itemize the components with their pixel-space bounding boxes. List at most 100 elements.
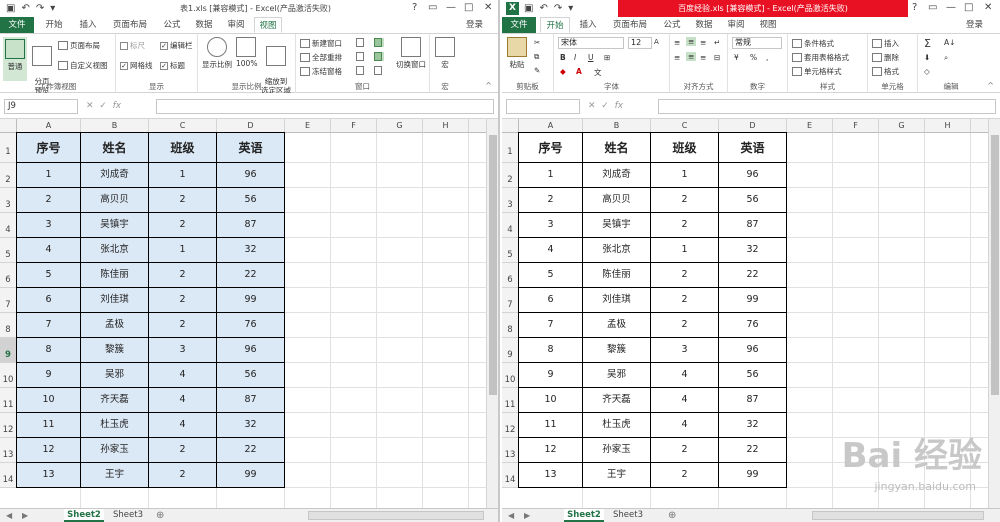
reset-position-button[interactable] [374, 66, 384, 75]
scroll-thumb[interactable] [991, 135, 999, 395]
insert-function-icon[interactable]: fx [615, 101, 624, 111]
insert-cells-button[interactable]: 插入 [872, 38, 899, 49]
conditional-formatting-button[interactable]: 条件格式 [792, 38, 834, 49]
table-cell[interactable]: 2 [149, 213, 217, 238]
table-cell[interactable]: 孙家玉 [81, 438, 149, 463]
page-layout-button[interactable]: 页面布局 [58, 40, 100, 51]
grow-font-icon[interactable]: A [654, 38, 659, 46]
sort-filter-icon[interactable]: A↓ [944, 38, 955, 47]
row-header[interactable]: 11 [0, 388, 17, 413]
row-header[interactable]: 14 [0, 463, 17, 488]
row-header[interactable]: 11 [502, 388, 519, 413]
formula-input[interactable] [156, 99, 494, 114]
unhide-button[interactable] [356, 66, 366, 75]
column-header[interactable]: E [787, 119, 833, 133]
close-icon[interactable]: ✕ [484, 2, 492, 13]
table-cell[interactable]: 87 [217, 213, 285, 238]
column-header[interactable]: E [285, 119, 331, 133]
column-header[interactable]: G [879, 119, 925, 133]
table-cell[interactable]: 1 [149, 238, 217, 263]
column-header[interactable]: F [331, 119, 377, 133]
tab-review[interactable]: 审阅 [722, 17, 750, 33]
align-top-icon[interactable]: ≡ [674, 38, 680, 47]
redo-icon[interactable]: ↷ [554, 3, 562, 14]
next-sheet-icon[interactable]: ▶ [524, 509, 530, 522]
currency-icon[interactable]: ¥ [734, 53, 739, 62]
row-header[interactable]: 6 [502, 263, 519, 288]
table-cell[interactable]: 吴邪 [583, 363, 651, 388]
custom-views-button[interactable]: 自定义视图 [58, 60, 108, 71]
table-cell[interactable]: 孟极 [583, 313, 651, 338]
tab-file[interactable]: 文件 [0, 17, 34, 33]
add-sheet-icon[interactable]: ⊕ [156, 509, 164, 522]
table-cell[interactable]: 12 [518, 438, 583, 463]
row-header[interactable]: 5 [0, 238, 17, 263]
table-cell[interactable]: 32 [719, 413, 787, 438]
scroll-thumb[interactable] [489, 135, 497, 395]
table-cell[interactable]: 9 [16, 363, 81, 388]
arrange-all-button[interactable]: 全部重排 [300, 52, 342, 63]
freeze-panes-button[interactable]: 冻结窗格 [300, 66, 342, 77]
zoom-100-button[interactable]: 100% [236, 37, 257, 68]
switch-windows-button[interactable]: 切换窗口 [394, 37, 428, 70]
table-header-cell[interactable]: 英语 [217, 132, 285, 163]
table-cell[interactable]: 32 [217, 413, 285, 438]
add-sheet-icon[interactable]: ⊕ [668, 509, 676, 522]
column-header[interactable]: A [519, 119, 583, 133]
name-box[interactable]: J9 [4, 99, 78, 114]
table-cell[interactable]: 1 [518, 163, 583, 188]
table-cell[interactable]: 刘成奇 [583, 163, 651, 188]
table-cell[interactable]: 87 [719, 388, 787, 413]
table-cell[interactable]: 22 [719, 263, 787, 288]
table-cell[interactable]: 13 [518, 463, 583, 488]
table-cell[interactable]: 2 [149, 188, 217, 213]
table-cell[interactable]: 3 [149, 338, 217, 363]
split-button[interactable] [356, 38, 366, 47]
hide-button[interactable] [356, 52, 366, 61]
table-cell[interactable]: 王宇 [81, 463, 149, 488]
table-cell[interactable]: 96 [719, 338, 787, 363]
delete-cells-button[interactable]: 删除 [872, 52, 899, 63]
comma-icon[interactable]: , [766, 53, 768, 62]
table-cell[interactable]: 5 [518, 263, 583, 288]
table-header-cell[interactable]: 序号 [16, 132, 81, 163]
wrap-text-icon[interactable]: ↵ [714, 38, 720, 47]
table-cell[interactable]: 2 [651, 188, 719, 213]
save-icon[interactable]: ▣ [6, 3, 15, 14]
tab-page-layout[interactable]: 页面布局 [608, 17, 652, 33]
ruler-checkbox[interactable]: 标尺 [120, 40, 145, 51]
row-header[interactable]: 5 [502, 238, 519, 263]
help-icon[interactable]: ? [912, 2, 917, 13]
row-header[interactable]: 7 [0, 288, 17, 313]
column-header[interactable]: H [925, 119, 971, 133]
align-left-icon[interactable]: ≡ [674, 53, 680, 62]
table-cell[interactable]: 杜玉虎 [81, 413, 149, 438]
merge-center-icon[interactable]: ⊟ [714, 53, 720, 62]
font-name-select[interactable]: 宋体 [558, 37, 624, 49]
align-center-icon[interactable]: ≡ [686, 52, 697, 61]
row-header[interactable]: 13 [0, 438, 17, 463]
cancel-icon[interactable]: ✕ [588, 101, 596, 111]
row-header[interactable]: 1 [0, 133, 17, 163]
column-header[interactable]: D [719, 119, 787, 133]
bold-icon[interactable]: B [560, 53, 566, 62]
column-header[interactable]: C [651, 119, 719, 133]
redo-icon[interactable]: ↷ [36, 3, 44, 14]
percent-icon[interactable]: % [750, 53, 757, 62]
table-cell[interactable]: 2 [651, 438, 719, 463]
customize-icon[interactable]: ▾ [50, 3, 55, 14]
table-cell[interactable]: 96 [719, 163, 787, 188]
collapse-ribbon-icon[interactable]: ^ [987, 81, 994, 90]
ribbon-options-icon[interactable]: ▭ [928, 2, 937, 13]
column-header[interactable]: D [217, 119, 285, 133]
vertical-scrollbar[interactable] [486, 119, 498, 508]
table-cell[interactable]: 99 [217, 288, 285, 313]
ribbon-options-icon[interactable]: ▭ [428, 2, 437, 13]
normal-view-button[interactable]: 普通 [3, 37, 27, 81]
table-cell[interactable]: 1 [16, 163, 81, 188]
table-cell[interactable]: 10 [16, 388, 81, 413]
gridlines-checkbox[interactable]: ✓ 网格线 [120, 60, 153, 71]
table-cell[interactable]: 2 [518, 188, 583, 213]
align-bottom-icon[interactable]: ≡ [700, 38, 706, 47]
borders-icon[interactable]: ⊞ [604, 53, 610, 62]
